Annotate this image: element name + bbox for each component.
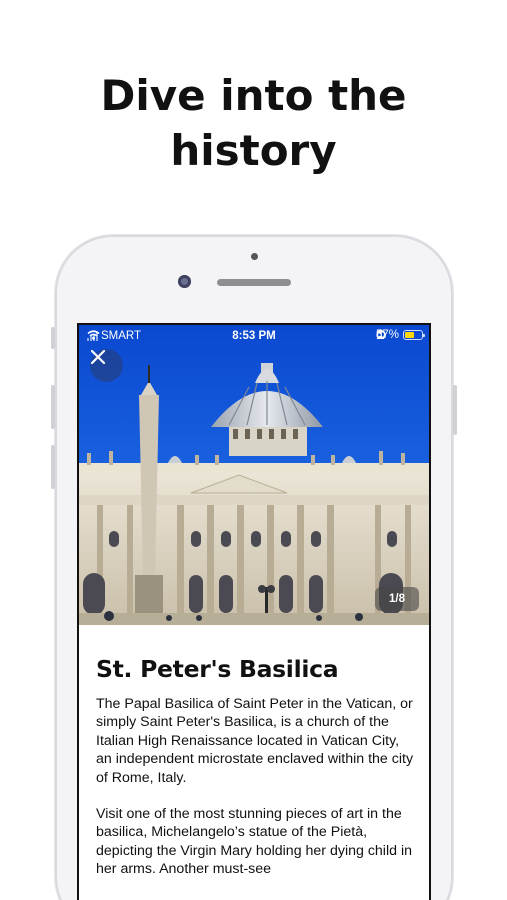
earpiece-speaker: [217, 279, 291, 286]
status-right-group: 57%: [376, 329, 425, 341]
front-camera: [178, 275, 191, 288]
hero-photo[interactable]: SMART 8:53 PM 57% 1/8: [79, 325, 429, 625]
description-paragraph: Visit one of the most stunning pieces of…: [96, 806, 412, 878]
mute-switch: [51, 327, 55, 349]
battery-level: [405, 332, 415, 338]
alarm-icon: [376, 329, 386, 339]
basilica-photo: [79, 325, 429, 625]
close-icon: [90, 349, 106, 365]
volume-up-button: [51, 385, 55, 429]
phone-frame: SMART 8:53 PM 57% 1/8 St. Peter's Basili…: [51, 235, 457, 900]
place-details: St. Peter's Basilica The Papal Basilica …: [96, 655, 416, 879]
headline-line-2: history: [170, 126, 337, 175]
close-button[interactable]: [90, 349, 123, 382]
description-paragraph: The Papal Basilica of Saint Peter in the…: [96, 696, 414, 786]
front-sensor: [251, 253, 258, 260]
power-button: [453, 385, 457, 435]
marketing-headline: Dive into the history: [0, 68, 507, 178]
status-bar: SMART 8:53 PM 57%: [79, 325, 429, 347]
volume-down-button: [51, 445, 55, 489]
battery-icon: [403, 330, 425, 340]
place-title: St. Peter's Basilica: [96, 655, 339, 683]
headline-line-1: Dive into the: [100, 71, 407, 120]
gallery-counter: 1/8: [375, 587, 419, 611]
app-screen: SMART 8:53 PM 57% 1/8 St. Peter's Basili…: [77, 323, 431, 900]
